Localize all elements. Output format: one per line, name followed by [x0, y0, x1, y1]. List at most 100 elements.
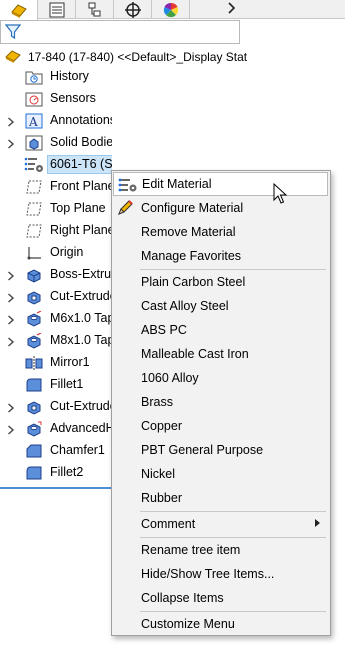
- expand-arrow-icon[interactable]: [7, 116, 15, 127]
- tree-item-label: Top Plane: [50, 201, 106, 215]
- tree-filter-box[interactable]: [0, 20, 240, 44]
- tree-item-mirror1[interactable]: Mirror1: [0, 352, 112, 374]
- tree-item-label: Fillet1: [50, 377, 84, 391]
- expand-arrow-icon[interactable]: [7, 402, 15, 413]
- menu-item-label: 1060 Alloy: [141, 371, 199, 385]
- boss-extrude-icon: [24, 266, 44, 284]
- material-icon: [24, 156, 44, 174]
- expand-arrow-icon[interactable]: [7, 424, 15, 435]
- tab-feature-manager[interactable]: [0, 0, 38, 20]
- funnel-icon[interactable]: [4, 24, 22, 43]
- menu-item-rename-tree-item[interactable]: Rename tree item: [112, 538, 330, 562]
- tab-scroll-right[interactable]: [212, 0, 250, 19]
- tree-item-history[interactable]: History: [0, 66, 112, 88]
- menu-item-label: Cast Alloy Steel: [141, 299, 229, 313]
- menu-item-customize-menu[interactable]: Customize Menu: [112, 612, 330, 636]
- menu-item-material-0[interactable]: Plain Carbon Steel: [112, 270, 330, 294]
- menu-item-label: Hide/Show Tree Items...: [141, 567, 275, 581]
- tree-item-label: Origin: [50, 245, 84, 259]
- configuration-icon: [86, 2, 104, 18]
- tree-item-label: Annotations: [50, 113, 112, 127]
- menu-item-comment[interactable]: Comment: [112, 512, 330, 536]
- tree-item-6061-t6-ss[interactable]: 6061-T6 (SS): [0, 154, 112, 176]
- cut-extrude-icon: [24, 398, 44, 416]
- tree-item-fillet1[interactable]: Fillet1: [0, 374, 112, 396]
- annotations-icon: A: [24, 112, 44, 130]
- context-menu: Edit Material Configure Material Remove …: [111, 170, 331, 636]
- menu-item-material-9[interactable]: Rubber: [112, 486, 330, 510]
- menu-item-remove-material[interactable]: Remove Material: [112, 220, 330, 244]
- tab-property-manager[interactable]: [38, 0, 76, 19]
- tab-display-manager[interactable]: [152, 0, 190, 19]
- part-icon: [9, 2, 29, 18]
- tree-root-part[interactable]: 17-840 (17-840) <<Default>_Display Stat: [0, 47, 345, 67]
- menu-item-material-8[interactable]: Nickel: [112, 462, 330, 486]
- hole-wizard-icon: [24, 332, 44, 350]
- menu-item-label: Copper: [141, 419, 182, 433]
- expand-arrow-icon[interactable]: [7, 292, 15, 303]
- menu-item-label: Customize Menu: [141, 617, 235, 631]
- fillet-icon: [24, 464, 44, 482]
- sensors-icon: [24, 90, 44, 108]
- tree-item-m8x1-0-tap[interactable]: M8x1.0 Tap: [0, 330, 112, 352]
- hole-wizard-icon: [24, 310, 44, 328]
- tree-item-advancedh[interactable]: AdvancedH: [0, 418, 112, 440]
- expand-arrow-icon[interactable]: [7, 138, 15, 149]
- part-icon: [4, 48, 22, 67]
- tree-item-label: M6x1.0 Tap: [50, 311, 112, 325]
- menu-item-material-3[interactable]: Malleable Cast Iron: [112, 342, 330, 366]
- rollback-bar[interactable]: [0, 487, 112, 489]
- color-wheel-icon: [162, 2, 180, 18]
- solid-bodies-icon: [24, 134, 44, 152]
- tree-item-fillet2[interactable]: Fillet2: [0, 462, 112, 484]
- tree-item-label: 6061-T6 (SS): [47, 155, 112, 174]
- tree-item-annotations[interactable]: A Annotations: [0, 110, 112, 132]
- tree-item-cut-extrude[interactable]: Cut-Extrude: [0, 396, 112, 418]
- tree-item-solid-bodies-1[interactable]: Solid Bodies(1): [0, 132, 112, 154]
- menu-item-material-6[interactable]: Copper: [112, 414, 330, 438]
- pencil-icon: [116, 199, 136, 217]
- menu-item-material-1[interactable]: Cast Alloy Steel: [112, 294, 330, 318]
- menu-item-collapse-items[interactable]: Collapse Items: [112, 586, 330, 610]
- expand-arrow-icon[interactable]: [7, 336, 15, 347]
- expand-arrow-icon[interactable]: [7, 270, 15, 281]
- menu-item-label: Plain Carbon Steel: [141, 275, 246, 289]
- property-list-icon: [48, 2, 66, 18]
- tree-item-label: Chamfer1: [50, 443, 105, 457]
- menu-item-edit-material[interactable]: Edit Material: [113, 172, 328, 196]
- fillet-icon: [24, 376, 44, 394]
- tree-item-label: Sensors: [50, 91, 96, 105]
- tree-item-label: Boss-Extrude: [50, 267, 112, 281]
- menu-item-manage-favorites[interactable]: Manage Favorites: [112, 244, 330, 268]
- origin-icon: [24, 244, 44, 262]
- tree-item-label: Front Plane: [50, 179, 112, 193]
- tree-item-boss-extrude[interactable]: Boss-Extrude: [0, 264, 112, 286]
- feature-tree: History Sensors A Annotations Solid Bodies(1…: [0, 66, 112, 486]
- menu-item-configure-material[interactable]: Configure Material: [112, 196, 330, 220]
- tree-item-label: Fillet2: [50, 465, 84, 479]
- tree-item-sensors[interactable]: Sensors: [0, 88, 112, 110]
- tree-item-origin[interactable]: Origin: [0, 242, 112, 264]
- cut-extrude-icon: [24, 288, 44, 306]
- tree-item-chamfer1[interactable]: Chamfer1: [0, 440, 112, 462]
- tree-item-cut-extrude[interactable]: Cut-Extrude: [0, 286, 112, 308]
- tree-item-m6x1-0-tap[interactable]: M6x1.0 Tap: [0, 308, 112, 330]
- menu-item-material-2[interactable]: ABS PC: [112, 318, 330, 342]
- tree-item-front-plane[interactable]: Front Plane: [0, 176, 112, 198]
- tree-item-top-plane[interactable]: Top Plane: [0, 198, 112, 220]
- advanced-hole-icon: [24, 420, 44, 438]
- manager-tab-bar: [0, 0, 345, 20]
- tab-configuration-manager[interactable]: [76, 0, 114, 19]
- expand-arrow-icon[interactable]: [7, 314, 15, 325]
- crosshair-icon: [124, 1, 142, 18]
- menu-item-hide-show-tree-items[interactable]: Hide/Show Tree Items...: [112, 562, 330, 586]
- menu-item-material-7[interactable]: PBT General Purpose: [112, 438, 330, 462]
- menu-item-label: ABS PC: [141, 323, 187, 337]
- menu-item-material-4[interactable]: 1060 Alloy: [112, 366, 330, 390]
- tree-item-right-plane[interactable]: Right Plane: [0, 220, 112, 242]
- menu-item-label: Comment: [141, 517, 196, 531]
- chamfer-icon: [24, 442, 44, 460]
- tab-dimxpert-manager[interactable]: [114, 0, 152, 19]
- plane-icon: [24, 178, 44, 196]
- menu-item-material-5[interactable]: Brass: [112, 390, 330, 414]
